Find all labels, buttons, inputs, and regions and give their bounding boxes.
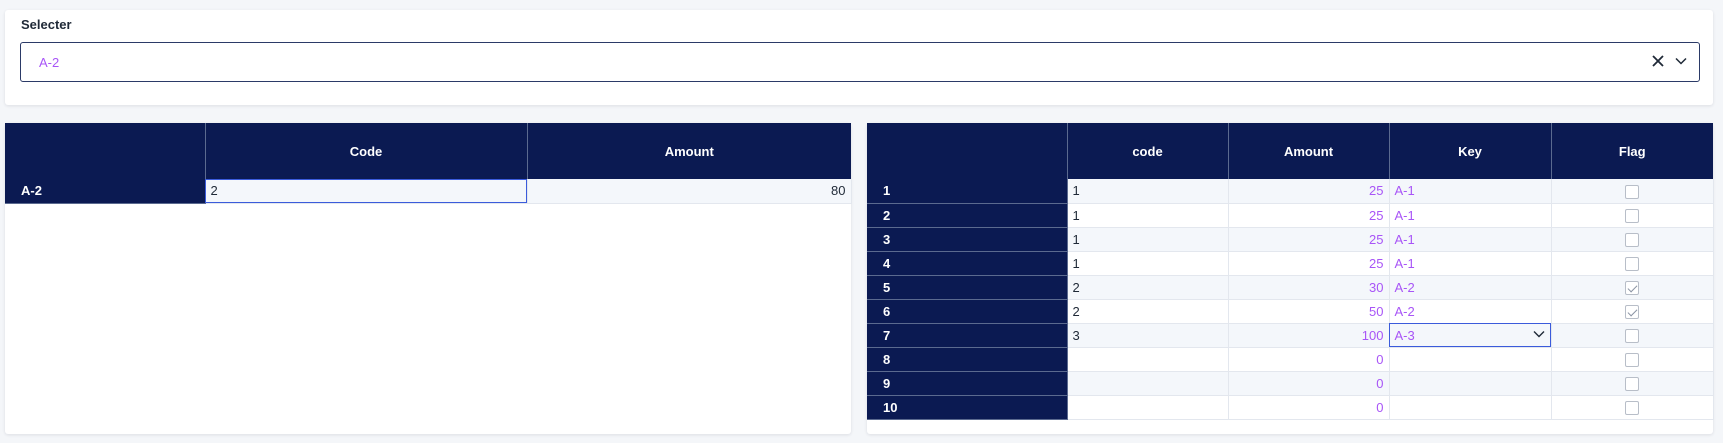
checkbox-icon[interactable] bbox=[1625, 352, 1639, 367]
table-row: 3 1 25 A-1 bbox=[867, 227, 1714, 252]
table-row: 1 1 25 A-1 bbox=[867, 179, 1714, 204]
key-cell[interactable] bbox=[1389, 371, 1552, 396]
code-cell[interactable]: 1 bbox=[1067, 203, 1229, 228]
key-cell[interactable] bbox=[1389, 347, 1552, 372]
flag-cell bbox=[1551, 179, 1714, 204]
right-header-key[interactable]: Key bbox=[1389, 123, 1552, 179]
code-cell[interactable]: 2 bbox=[205, 179, 528, 204]
flag-cell bbox=[1551, 227, 1714, 252]
row-header[interactable]: 7 bbox=[867, 323, 1068, 348]
row-header[interactable]: 2 bbox=[867, 203, 1068, 228]
flag-cell bbox=[1551, 323, 1714, 348]
table-row: 5 2 30 A-2 bbox=[867, 275, 1714, 300]
code-cell[interactable]: 2 bbox=[1067, 299, 1229, 324]
selector-card: Selecter A-2 bbox=[5, 10, 1713, 105]
right-table-header-row: code Amount Key Flag bbox=[867, 123, 1713, 179]
amount-cell[interactable]: 25 bbox=[1228, 227, 1390, 252]
key-cell[interactable]: A-1 bbox=[1389, 179, 1552, 204]
table-row: 90 bbox=[867, 371, 1714, 396]
row-header[interactable]: 4 bbox=[867, 251, 1068, 276]
code-cell[interactable]: 3 bbox=[1067, 323, 1229, 348]
amount-cell[interactable]: 25 bbox=[1228, 251, 1390, 276]
amount-cell[interactable]: 25 bbox=[1228, 179, 1390, 204]
amount-cell[interactable]: 0 bbox=[1228, 371, 1390, 396]
key-cell[interactable] bbox=[1389, 395, 1552, 420]
flag-cell bbox=[1551, 347, 1714, 372]
flag-cell bbox=[1551, 203, 1714, 228]
flag-cell bbox=[1551, 299, 1714, 324]
row-header[interactable]: 1 bbox=[867, 179, 1068, 204]
key-cell[interactable]: A-2 bbox=[1389, 275, 1552, 300]
amount-cell[interactable]: 50 bbox=[1228, 299, 1390, 324]
key-cell[interactable]: A-1 bbox=[1389, 227, 1552, 252]
table-row: 4 1 25 A-1 bbox=[867, 251, 1714, 276]
checkbox-icon[interactable] bbox=[1625, 208, 1639, 223]
left-table-card: Code Amount A-2 2 80 bbox=[5, 123, 852, 434]
code-cell[interactable]: 1 bbox=[1067, 251, 1229, 276]
chevron-down-icon[interactable] bbox=[1673, 53, 1689, 69]
row-header[interactable]: 8 bbox=[867, 347, 1068, 372]
row-header[interactable]: 6 bbox=[867, 299, 1068, 324]
selector-value: A-2 bbox=[39, 55, 60, 70]
key-cell[interactable]: A-1 bbox=[1389, 203, 1552, 228]
amount-cell[interactable]: 0 bbox=[1228, 347, 1390, 372]
left-table-header-row: Code Amount bbox=[5, 123, 851, 179]
row-header[interactable]: 10 bbox=[867, 395, 1068, 420]
table-row: 6 2 50 A-2 bbox=[867, 299, 1714, 324]
close-icon[interactable] bbox=[1650, 53, 1666, 69]
flag-cell bbox=[1551, 251, 1714, 276]
table-row: A-2 2 80 bbox=[5, 179, 852, 204]
chevron-down-icon[interactable] bbox=[1532, 327, 1546, 344]
amount-cell[interactable]: 30 bbox=[1228, 275, 1390, 300]
code-cell[interactable]: 1 bbox=[1067, 179, 1229, 204]
row-header[interactable]: 3 bbox=[867, 227, 1068, 252]
amount-cell[interactable]: 25 bbox=[1228, 203, 1390, 228]
table-row: 7 3 100 A-3 bbox=[867, 323, 1714, 348]
right-header-amount[interactable]: Amount bbox=[1228, 123, 1390, 179]
amount-cell[interactable]: 80 bbox=[527, 179, 852, 204]
key-dropdown[interactable]: A-3 bbox=[1395, 327, 1546, 344]
key-dropdown-cell[interactable]: A-3 bbox=[1389, 323, 1552, 348]
left-table: Code Amount A-2 2 80 bbox=[5, 123, 852, 204]
checkbox-icon[interactable] bbox=[1625, 376, 1639, 391]
flag-cell bbox=[1551, 395, 1714, 420]
checkbox-icon[interactable] bbox=[1625, 184, 1639, 199]
code-cell[interactable]: 2 bbox=[1067, 275, 1229, 300]
right-table: code Amount Key Flag 1 1 25 A-1 2 1 25 A-1 3 1 25 A… bbox=[867, 123, 1714, 420]
checkbox-icon[interactable] bbox=[1625, 232, 1639, 247]
checkbox-icon[interactable] bbox=[1625, 328, 1639, 343]
row-header[interactable]: 5 bbox=[867, 275, 1068, 300]
key-dropdown-value: A-3 bbox=[1394, 327, 1415, 343]
row-header[interactable]: 9 bbox=[867, 371, 1068, 396]
selector-dropdown[interactable]: A-2 bbox=[20, 42, 1700, 82]
checkbox-icon[interactable] bbox=[1625, 280, 1639, 295]
right-header-code[interactable]: code bbox=[1067, 123, 1229, 179]
left-header-amount[interactable]: Amount bbox=[527, 123, 851, 179]
key-cell[interactable]: A-2 bbox=[1389, 299, 1552, 324]
left-header-corner bbox=[5, 123, 206, 179]
left-header-code[interactable]: Code bbox=[205, 123, 528, 179]
code-cell[interactable] bbox=[1067, 347, 1229, 372]
amount-cell[interactable]: 100 bbox=[1228, 323, 1390, 348]
checkbox-icon[interactable] bbox=[1625, 304, 1639, 319]
table-row: 2 1 25 A-1 bbox=[867, 203, 1714, 228]
amount-cell[interactable]: 0 bbox=[1228, 395, 1390, 420]
table-row: 10 0 bbox=[867, 395, 1714, 420]
checkbox-icon[interactable] bbox=[1625, 400, 1639, 415]
table-row: 80 bbox=[867, 347, 1714, 372]
code-cell[interactable] bbox=[1067, 395, 1229, 420]
right-header-flag[interactable]: Flag bbox=[1551, 123, 1713, 179]
selector-label: Selecter bbox=[21, 17, 72, 32]
checkbox-icon[interactable] bbox=[1625, 256, 1639, 271]
right-header-corner bbox=[867, 123, 1068, 179]
right-table-card: code Amount Key Flag 1 1 25 A-1 2 1 25 A-1 3 1 25 A… bbox=[867, 123, 1714, 434]
code-cell[interactable]: 1 bbox=[1067, 227, 1229, 252]
flag-cell bbox=[1551, 275, 1714, 300]
flag-cell bbox=[1551, 371, 1714, 396]
code-cell[interactable] bbox=[1067, 371, 1229, 396]
row-header[interactable]: A-2 bbox=[5, 179, 206, 204]
key-cell[interactable]: A-1 bbox=[1389, 251, 1552, 276]
